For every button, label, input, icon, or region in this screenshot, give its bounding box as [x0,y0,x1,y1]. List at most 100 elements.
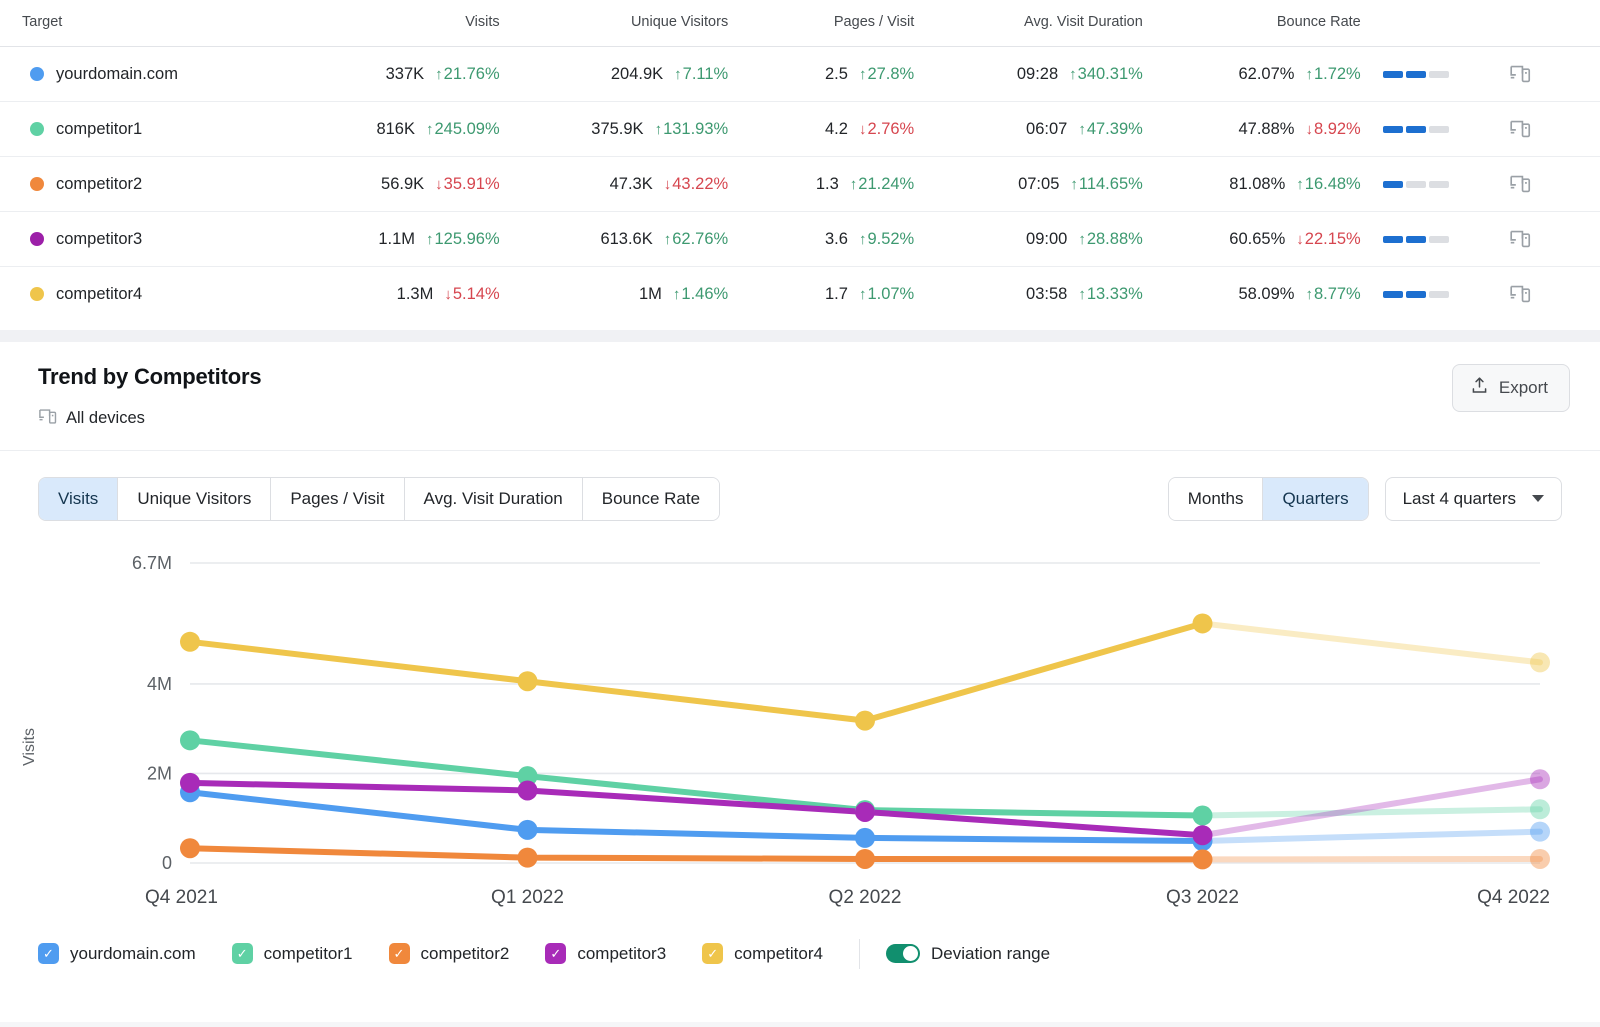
data-point[interactable] [518,819,538,839]
cell-unique-visitors: 47.3K↓43.22% [500,157,729,212]
tab-pages-visit[interactable]: Pages / Visit [271,478,404,520]
tab-bounce-rate[interactable]: Bounce Rate [583,478,719,520]
legend-item-competitor2[interactable]: ✓competitor2 [389,943,510,964]
cell-avg-visit-duration-change: ↑340.31% [1069,65,1143,84]
cell-unique-visitors: 375.9K↑131.93% [500,102,729,157]
data-point[interactable] [518,671,538,691]
legend-checkbox[interactable]: ✓ [389,943,410,964]
data-point[interactable] [1530,821,1550,841]
column-header-avg-visit-duration[interactable]: Avg. Visit Duration [914,0,1143,47]
devices-icon[interactable] [1509,173,1600,195]
legend-checkbox[interactable]: ✓ [545,943,566,964]
legend-checkbox[interactable]: ✓ [702,943,723,964]
cell-devices-icon[interactable] [1499,157,1600,212]
table-row[interactable]: yourdomain.com337K↑21.76%204.9K↑7.11%2.5… [0,47,1600,102]
data-point[interactable] [180,772,200,792]
data-point[interactable] [1193,825,1213,845]
data-point[interactable] [1530,799,1550,819]
table-row[interactable]: competitor41.3M↓5.14%1M↑1.46%1.7↑1.07%03… [0,267,1600,322]
data-point[interactable] [1530,769,1550,789]
column-header-pages-visit[interactable]: Pages / Visit [728,0,914,47]
tab-avg-visit-duration[interactable]: Avg. Visit Duration [405,478,583,520]
chart-canvas: 02M4M6.7MQ4 2021Q1 2022Q2 2022Q3 2022Q4 … [0,543,1600,933]
legend-item-yourdomain-com[interactable]: ✓yourdomain.com [38,943,196,964]
device-segment [1406,236,1426,243]
competitors-table-card: Target Visits Unique Visitors Pages / Vi… [0,0,1600,330]
export-button[interactable]: Export [1452,364,1570,412]
cell-pages-visit-value: 4.2 [825,120,848,139]
data-point[interactable] [855,801,875,821]
cell-pages-visit-change: ↑1.07% [859,285,914,304]
column-header-visits[interactable]: Visits [287,0,500,47]
legend-item-competitor3[interactable]: ✓competitor3 [545,943,666,964]
trend-up-icon: ↑ [1078,231,1086,248]
target-name[interactable]: competitor4 [0,285,287,304]
data-point[interactable] [518,780,538,800]
data-point[interactable] [180,631,200,651]
target-name[interactable]: yourdomain.com [0,65,287,84]
devices-icon[interactable] [1509,63,1600,85]
series-line-competitor2 [190,848,1203,859]
series-color-dot [30,177,44,191]
column-header-bounce-rate[interactable]: Bounce Rate [1143,0,1361,47]
target-name[interactable]: competitor2 [0,175,287,194]
device-segment [1383,236,1403,243]
granularity-quarters[interactable]: Quarters [1263,478,1367,520]
trend-down-icon: ↓ [1305,121,1313,138]
device-segment [1383,71,1403,78]
period-dropdown[interactable]: Last 4 quarters [1385,477,1562,521]
cell-devices-icon[interactable] [1499,212,1600,267]
devices-icon[interactable] [1509,228,1600,250]
cell-pages-visit-value: 1.7 [825,285,848,304]
data-point[interactable] [1530,652,1550,672]
cell-unique-visitors-change: ↑1.46% [673,285,728,304]
column-header-unique-visitors[interactable]: Unique Visitors [500,0,729,47]
data-point[interactable] [180,838,200,858]
data-point[interactable] [855,848,875,868]
cell-unique-visitors-change: ↑62.76% [664,230,728,249]
trend-controls-right: MonthsQuarters Last 4 quarters [1168,477,1562,521]
devices-icon [38,407,57,431]
trend-down-icon: ↓ [664,176,672,193]
target-label: competitor1 [56,120,142,139]
data-point[interactable] [855,710,875,730]
cell-devices-icon[interactable] [1499,267,1600,322]
table-row[interactable]: competitor1816K↑245.09%375.9K↑131.93%4.2… [0,102,1600,157]
legend-checkbox[interactable]: ✓ [38,943,59,964]
cell-devices-icon[interactable] [1499,102,1600,157]
target-name[interactable]: competitor1 [0,120,287,139]
legend-checkbox[interactable]: ✓ [232,943,253,964]
all-devices-filter[interactable]: All devices [38,407,261,431]
data-point[interactable] [1193,849,1213,869]
target-name[interactable]: competitor3 [0,230,287,249]
devices-icon[interactable] [1509,118,1600,140]
device-segment [1429,126,1449,133]
tab-visits[interactable]: Visits [39,478,118,520]
column-header-devices-icon [1499,0,1600,47]
cell-bounce-rate: 60.65%↓22.15% [1143,212,1361,267]
devices-icon[interactable] [1509,283,1600,305]
granularity-months[interactable]: Months [1169,478,1264,520]
tab-unique-visitors[interactable]: Unique Visitors [118,478,271,520]
trend-up-icon: ↑ [664,231,672,248]
deviation-range-toggle-item[interactable]: Deviation range [886,944,1050,964]
device-segment [1429,291,1449,298]
legend-item-competitor1[interactable]: ✓competitor1 [232,943,353,964]
table-row[interactable]: competitor31.1M↑125.96%613.6K↑62.76%3.6↑… [0,212,1600,267]
column-header-target[interactable]: Target [0,0,287,47]
data-point[interactable] [1530,848,1550,868]
cell-avg-visit-duration: 07:05↑114.65% [914,157,1143,212]
data-point[interactable] [1193,805,1213,825]
data-point[interactable] [180,730,200,750]
legend-item-competitor4[interactable]: ✓competitor4 [702,943,823,964]
cell-pages-visit: 1.3↑21.24% [728,157,914,212]
trend-up-icon: ↑ [1305,66,1313,83]
data-point[interactable] [518,847,538,867]
table-row[interactable]: competitor256.9K↓35.91%47.3K↓43.22%1.3↑2… [0,157,1600,212]
cell-avg-visit-duration: 09:28↑340.31% [914,47,1143,102]
data-point[interactable] [1193,613,1213,633]
deviation-range-toggle[interactable] [886,944,920,963]
data-point[interactable] [855,827,875,847]
cell-devices-icon[interactable] [1499,47,1600,102]
trend-up-icon: ↑ [1078,121,1086,138]
